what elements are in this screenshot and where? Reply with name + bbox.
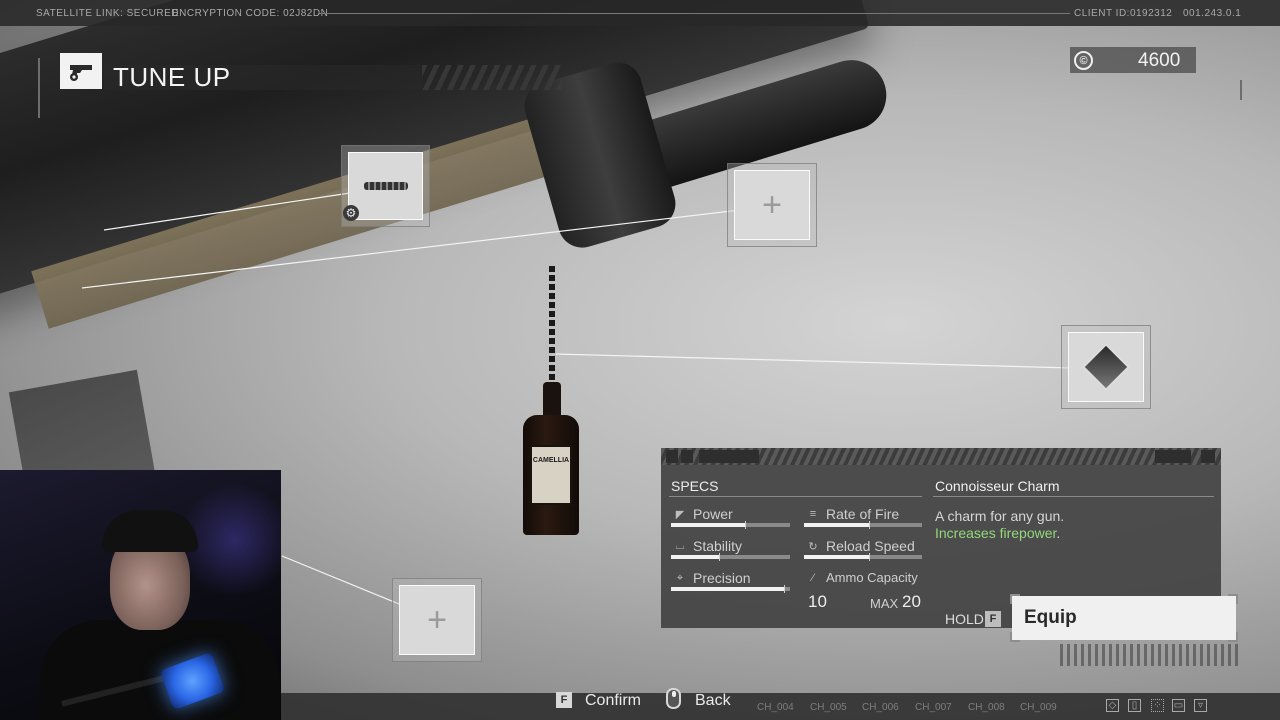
plus-icon: + — [762, 186, 782, 224]
cube-icon[interactable]: ◇ — [1106, 699, 1119, 712]
pistol-icon: ◤ — [675, 508, 685, 521]
specs-divider — [669, 496, 922, 497]
stat-bar-precision — [671, 585, 790, 593]
build-version: 001.243.0.1 — [1183, 8, 1242, 19]
page-title: TUNE UP — [113, 62, 231, 92]
channel-label: CH_008 — [968, 702, 1005, 713]
ammo-max: 20 — [902, 592, 921, 611]
ammo-current: 10 — [808, 592, 827, 611]
item-name: Connoisseur Charm — [935, 478, 1060, 494]
item-description: A charm for any gun. Increases firepower… — [935, 508, 1064, 542]
stat-label: Precision — [693, 570, 751, 586]
topbar-divider — [318, 13, 1070, 14]
grid-icon[interactable]: ⁘ — [1151, 699, 1164, 712]
crosshair-icon: ⌖ — [676, 571, 684, 584]
bottle-label: CAMELLIA — [530, 445, 572, 505]
stat-bar-tick — [718, 553, 720, 561]
stat-label: Rate of Fire — [826, 506, 900, 522]
stat-bar-rate-of-fire — [804, 521, 922, 529]
confirm-prompt[interactable]: Confirm — [585, 692, 641, 710]
stat-reload-speed: ↻ Reload Speed — [805, 538, 915, 554]
mouse-icon — [666, 688, 681, 709]
channel-label: CH_009 — [1020, 702, 1057, 713]
webcam-overlay — [0, 470, 281, 720]
encryption-code: ENCRYPTION CODE: 02J82DN — [172, 8, 329, 19]
stat-bar-tick — [868, 553, 870, 561]
equip-decoration — [1060, 644, 1242, 666]
gear-icon: ⚙ — [343, 205, 359, 221]
top-status-bar: SATELLITE LINK: SECURED ENCRYPTION CODE:… — [0, 0, 1280, 26]
stability-icon: ⌴ — [675, 539, 685, 552]
magazine-icon: ⁄ — [812, 571, 814, 584]
plus-icon: + — [427, 601, 447, 639]
hold-label: HOLD — [945, 611, 984, 627]
right-frame-rule — [1240, 80, 1242, 100]
underbarrel-slot[interactable]: + — [392, 578, 482, 662]
channel-label: CH_005 — [810, 702, 847, 713]
left-frame-rule — [38, 58, 40, 118]
client-id: CLIENT ID:0192312 — [1074, 8, 1173, 19]
folder-icon[interactable]: ▭ — [1172, 699, 1185, 712]
stat-bar-tick — [868, 521, 870, 529]
stat-ammo-capacity: ⁄ Ammo Capacity — [805, 570, 918, 585]
back-prompt[interactable]: Back — [695, 692, 731, 710]
top-rail-slot[interactable]: + — [727, 163, 817, 247]
map-icon[interactable]: ▯ — [1128, 699, 1141, 712]
channel-label: CH_006 — [862, 702, 899, 713]
reload-icon: ↻ — [808, 540, 818, 553]
channel-label: CH_007 — [915, 702, 952, 713]
stat-power: ◤ Power — [672, 506, 733, 522]
specs-panel-header-decoration — [661, 448, 1221, 465]
ammo-max-label: MAX — [870, 596, 899, 611]
credits-amount: 4600 — [1138, 50, 1181, 71]
bullets-icon: ≡ — [809, 508, 817, 520]
charm-slot[interactable] — [1061, 325, 1151, 409]
suppressor-icon — [363, 182, 408, 190]
pistol-gear-icon — [60, 53, 102, 89]
charm-icon — [1081, 342, 1131, 392]
stat-bar-tick — [744, 521, 746, 529]
channel-label: CH_004 — [757, 702, 794, 713]
satellite-link-status: SATELLITE LINK: SECURED — [36, 8, 180, 19]
stat-bar-tick — [784, 585, 786, 593]
title-hatch-decoration — [422, 65, 562, 90]
webcam-person-body — [40, 620, 280, 720]
stat-label: Power — [693, 506, 733, 522]
item-bonus: Increases firepower — [935, 525, 1057, 541]
stat-bar-reload-speed — [804, 553, 922, 561]
item-bonus-suffix: . — [1056, 525, 1061, 541]
charm-chain — [549, 266, 555, 386]
equip-key: F — [985, 611, 1001, 627]
stat-label: Stability — [693, 538, 743, 554]
stat-precision: ⌖ Precision — [672, 570, 751, 586]
stat-label: Ammo Capacity — [826, 570, 918, 585]
stat-stability: ⌴ Stability — [672, 538, 742, 554]
stat-bar-stability — [671, 553, 790, 561]
trash-icon[interactable]: ▿ — [1194, 699, 1207, 712]
item-divider — [933, 496, 1214, 497]
webcam-person-cap — [102, 510, 198, 552]
stat-label: Reload Speed — [826, 538, 915, 554]
stat-rate-of-fire: ≡ Rate of Fire — [805, 506, 899, 522]
credits-icon: © — [1074, 51, 1093, 70]
confirm-key: F — [556, 692, 572, 708]
stat-bar-power — [671, 521, 790, 529]
equip-label: Equip — [1024, 607, 1077, 628]
item-description-text: A charm for any gun. — [935, 508, 1065, 524]
equip-button[interactable]: Equip — [1010, 594, 1238, 642]
specs-heading: SPECS — [671, 478, 719, 494]
